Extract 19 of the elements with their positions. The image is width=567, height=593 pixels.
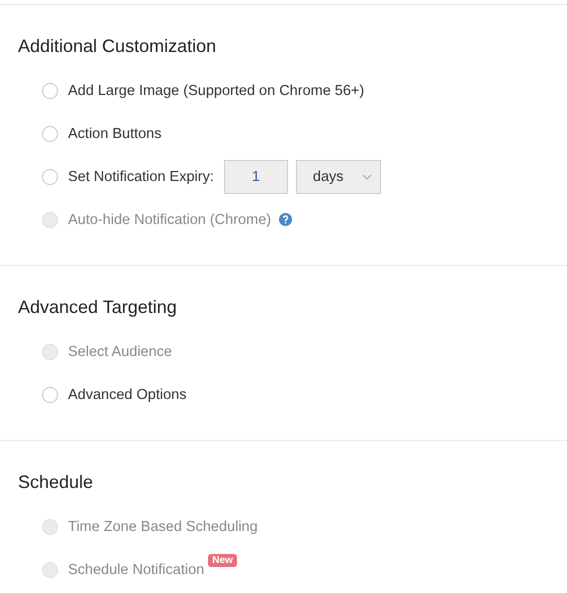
option-label: Schedule Notification xyxy=(68,562,204,578)
option-label: Set Notification Expiry: xyxy=(68,168,214,184)
radio-button[interactable] xyxy=(42,386,58,402)
new-badge: New xyxy=(208,554,237,567)
option-label: Advanced Options xyxy=(68,386,186,402)
option-label: Time Zone Based Scheduling xyxy=(68,518,258,534)
option-label: Action Buttons xyxy=(68,126,162,142)
radio-button[interactable] xyxy=(42,126,58,142)
unit-dropdown[interactable]: days xyxy=(296,160,381,194)
radio-button[interactable] xyxy=(42,168,58,184)
option-label: Auto-hide Notification (Chrome) xyxy=(68,212,272,228)
section-title: Schedule xyxy=(18,471,94,493)
section-title: Advanced Targeting xyxy=(18,296,178,318)
radio-button[interactable] xyxy=(42,82,58,98)
chevron-icon xyxy=(362,174,372,180)
section-title: Additional Customization xyxy=(18,35,218,57)
option-label: Add Large Image (Supported on Chrome 56+) xyxy=(68,82,364,98)
option-label: Select Audience xyxy=(68,344,172,360)
expiry-input[interactable]: 1 xyxy=(224,160,288,194)
